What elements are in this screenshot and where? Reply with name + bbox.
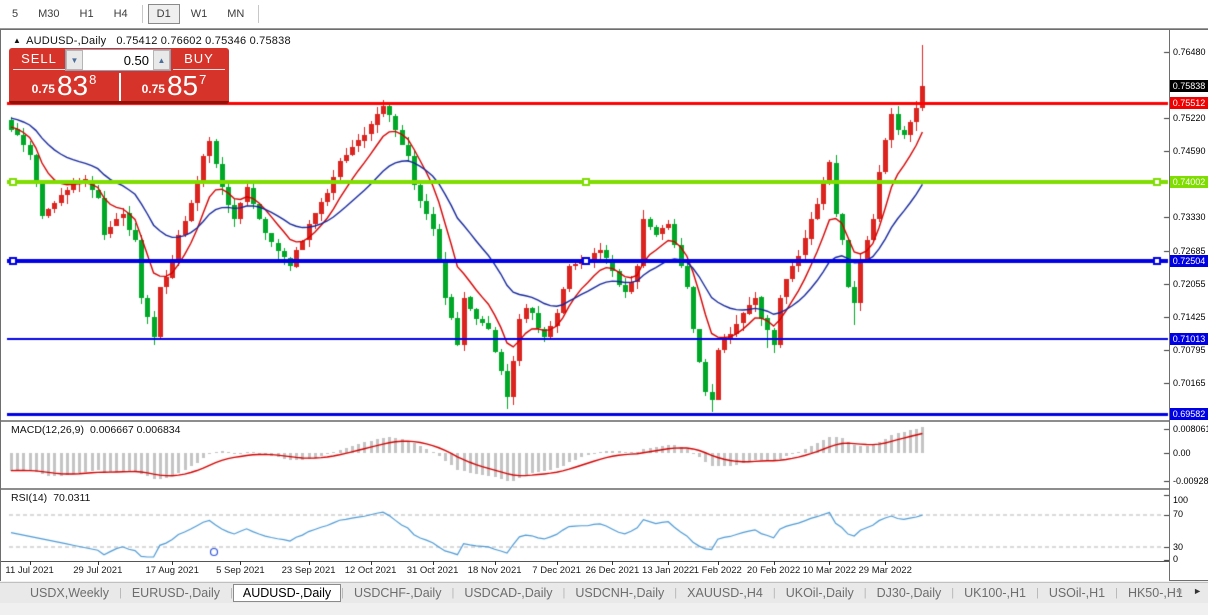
rsi-indicator-label: RSI(14) 70.0311 (11, 492, 96, 504)
date-label: 29 Jul 2021 (73, 565, 122, 576)
axis-tick-label: 0.74590 (1173, 146, 1206, 156)
axis-tick-label: 0.71425 (1173, 312, 1206, 322)
axis-tick-label: 0.73330 (1173, 212, 1206, 222)
toolbar-separator (142, 5, 143, 23)
macd-values: 0.006667 0.006834 (90, 424, 181, 436)
axis-tick-label: 70 (1173, 509, 1183, 519)
chart-tab-audusd[interactable]: AUDUSD-,Daily (233, 584, 341, 602)
buy-price-big-digits: 85 (167, 73, 198, 99)
axis-tick-label: 0.70795 (1173, 345, 1206, 355)
date-label: 7 Dec 2021 (532, 565, 581, 576)
timeframe-button-h4[interactable]: H4 (105, 4, 137, 24)
collapse-triangle-icon[interactable]: ▲ (13, 36, 21, 45)
volume-spinner: ▼ ▲ (65, 49, 171, 71)
volume-increase-button[interactable]: ▲ (153, 50, 170, 70)
timeframe-button-w1[interactable]: W1 (182, 4, 217, 24)
rsi-pane-separator[interactable] (1, 488, 1207, 490)
timeframe-button-d1[interactable]: D1 (148, 4, 180, 24)
date-label: 11 Jul 2021 (5, 565, 53, 576)
price-badge: 0.74002 (1170, 176, 1208, 188)
date-label: 10 Mar 2022 (803, 565, 856, 576)
rsi-name: RSI(14) (11, 492, 47, 504)
date-label: 5 Sep 2021 (216, 565, 265, 576)
chart-ohlc-values: 0.75412 0.76602 0.75346 0.75838 (116, 35, 290, 47)
axis-tick-label: 100 (1173, 495, 1188, 505)
tab-scroll-left-icon[interactable]: ◄ (1174, 586, 1183, 596)
sell-price-prefix: 0.75 (32, 82, 55, 96)
date-label: 29 Mar 2022 (859, 565, 912, 576)
status-strip (0, 603, 1208, 615)
symbol-tab-bar: USDX,Weekly|EURUSD-,Daily|AUDUSD-,Daily|… (0, 582, 1208, 603)
volume-decrease-button[interactable]: ▼ (66, 50, 83, 70)
axis-tick-label: 30 (1173, 542, 1183, 552)
price-chart-canvas[interactable] (6, 34, 1169, 561)
date-label: 26 Dec 2021 (585, 565, 639, 576)
axis-tick-label: 0.70165 (1173, 378, 1206, 388)
chart-symbol-label: AUDUSD-,Daily (26, 35, 106, 47)
price-badge: 0.69582 (1170, 408, 1208, 420)
trade-widget-top-row: SELL ▼ ▲ BUY (9, 48, 229, 71)
buy-price-pip-digit: 7 (199, 72, 206, 87)
rsi-value: 70.0311 (53, 492, 90, 504)
chart-tab-usdcad[interactable]: USDCAD-,Daily (454, 585, 562, 601)
axis-tick-label: 0.00 (1173, 448, 1191, 458)
chart-tab-usdchf[interactable]: USDCHF-,Daily (344, 585, 452, 601)
date-label: 13 Jan 2022 (642, 565, 694, 576)
axis-tick-label: -0.00928 (1173, 476, 1208, 486)
date-label: 1 Feb 2022 (694, 565, 742, 576)
sell-price-big-digits: 83 (57, 73, 88, 99)
date-axis: 11 Jul 2021 29 Jul 2021 17 Aug 2021 5 Sep 2… (1, 562, 1169, 581)
macd-name: MACD(12,26,9) (11, 424, 84, 436)
date-label: 18 Nov 2021 (468, 565, 522, 576)
buy-price-prefix: 0.75 (142, 82, 165, 96)
date-label: 12 Oct 2021 (345, 565, 397, 576)
sell-price[interactable]: 0.75 83 8 (9, 72, 119, 101)
tab-scroll-controls: ◄ ► (1174, 586, 1202, 596)
trading-platform-window: 5M30H1H4 D1W1MN ▲ AUDUSD-,Daily 0.75412 0.7… (0, 0, 1208, 615)
axis-tick-label: 0 (1173, 554, 1178, 564)
volume-input[interactable] (83, 50, 153, 70)
one-click-trade-widget: SELL ▼ ▲ BUY 0.75 83 8 0.75 85 7 (9, 48, 229, 104)
chart-tab-xauusd[interactable]: XAUUSD-,H4 (677, 585, 773, 601)
timeframe-button-5[interactable]: 5 (3, 4, 27, 24)
chart-tab-usdcnh[interactable]: USDCNH-,Daily (565, 585, 674, 601)
price-axis: 0.764800.752200.745900.733300.726850.720… (1170, 30, 1208, 580)
chart-title: ▲ AUDUSD-,Daily 0.75412 0.76602 0.75346 0.… (13, 35, 291, 47)
timeframe-button-m30[interactable]: M30 (29, 4, 68, 24)
chart-window: ▲ AUDUSD-,Daily 0.75412 0.76602 0.75346 0.… (0, 29, 1208, 581)
sell-button[interactable]: SELL (13, 48, 65, 70)
macd-indicator-label: MACD(12,26,9) 0.006667 0.006834 (11, 424, 186, 436)
price-divider (119, 73, 121, 101)
chart-tab-ukoil[interactable]: UKOil-,Daily (776, 585, 864, 601)
date-label: 17 Aug 2021 (146, 565, 199, 576)
axis-tick-label: 0.75220 (1173, 113, 1206, 123)
axis-tick-label: 0.008061 (1173, 424, 1208, 434)
date-label: 23 Sep 2021 (282, 565, 336, 576)
axis-tick-label: 0.72055 (1173, 279, 1206, 289)
price-badge: 0.75512 (1170, 97, 1208, 109)
chart-tab-uk100[interactable]: UK100-,H1 (954, 585, 1036, 601)
price-badge: 0.75838 (1170, 80, 1208, 92)
buy-button[interactable]: BUY (173, 48, 225, 70)
chart-tab-usdx[interactable]: USDX,Weekly (20, 585, 119, 601)
chart-tab-eurusd[interactable]: EURUSD-,Daily (122, 585, 230, 601)
date-label: 31 Oct 2021 (407, 565, 459, 576)
buy-price[interactable]: 0.75 85 7 (119, 72, 229, 101)
sell-price-pip-digit: 8 (89, 72, 96, 87)
macd-pane-separator[interactable] (1, 420, 1207, 422)
timeframe-toolbar: 5M30H1H4 D1W1MN (0, 0, 1208, 29)
tab-scroll-right-icon[interactable]: ► (1193, 586, 1202, 596)
axis-tick-label: 0.76480 (1173, 47, 1206, 57)
chart-tab-dj30[interactable]: DJ30-,Daily (867, 585, 952, 601)
timeframe-button-mn[interactable]: MN (218, 4, 253, 24)
toolbar-separator (258, 5, 259, 23)
date-label: 20 Feb 2022 (747, 565, 800, 576)
chart-tab-usoil[interactable]: USOil-,H1 (1039, 585, 1115, 601)
price-badge: 0.72504 (1170, 255, 1208, 267)
price-badge: 0.71013 (1170, 333, 1208, 345)
timeframe-button-h1[interactable]: H1 (71, 4, 103, 24)
